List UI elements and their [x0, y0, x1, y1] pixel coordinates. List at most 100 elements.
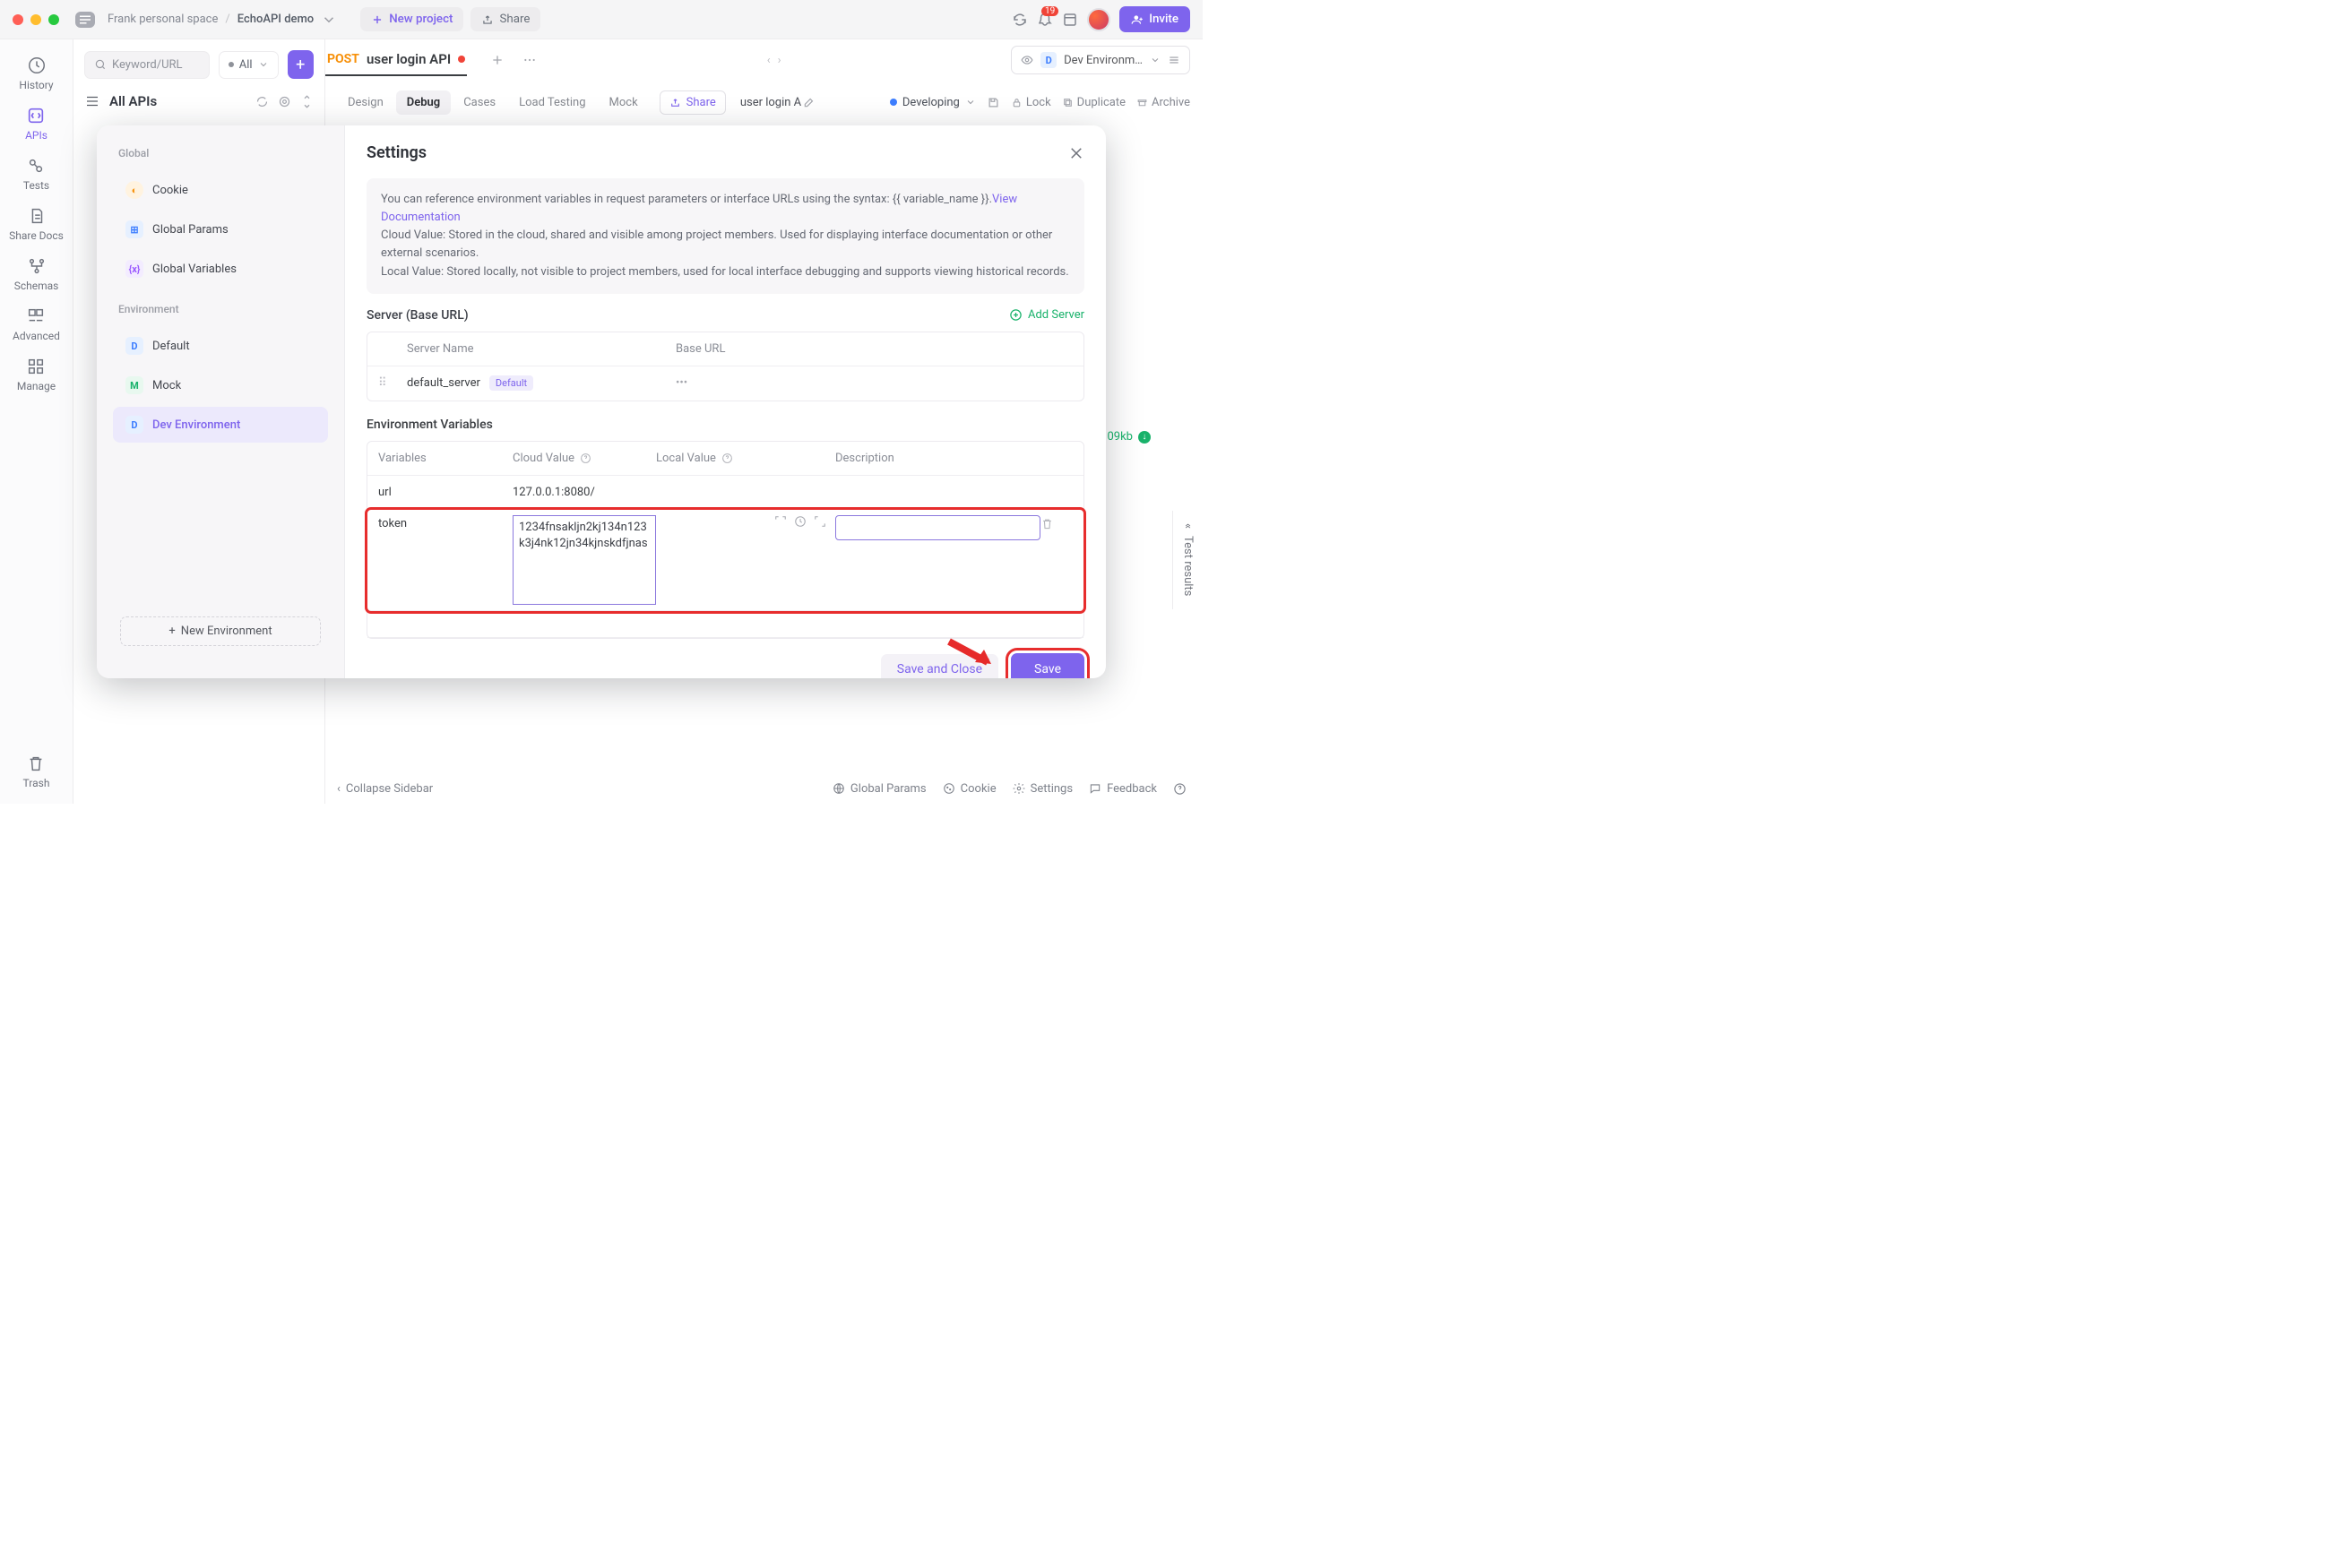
tab-row: POST user login API ‹ › D Dev Environm… — [325, 39, 1203, 81]
help-icon[interactable] — [721, 452, 733, 464]
expand-icon[interactable] — [774, 515, 787, 528]
menu-icon[interactable] — [1168, 54, 1180, 66]
server-row-default[interactable]: ⠿ default_server Default ••• — [367, 366, 1083, 401]
layout-icon[interactable] — [1062, 12, 1078, 28]
cookie-icon — [943, 782, 955, 795]
drag-handle-icon[interactable]: ⠿ — [378, 376, 407, 390]
duplicate-button[interactable]: Duplicate — [1062, 96, 1126, 109]
seg-cases[interactable]: Cases — [453, 90, 506, 115]
rail-schemas[interactable]: Schemas — [14, 256, 59, 292]
trash-icon — [26, 754, 46, 773]
project-name[interactable]: EchoAPI demo — [237, 13, 314, 26]
notifications-icon[interactable]: 19 — [1037, 12, 1053, 28]
seg-debug[interactable]: Debug — [396, 90, 451, 115]
seg-mock[interactable]: Mock — [599, 90, 649, 115]
new-project-button[interactable]: New project — [360, 7, 463, 31]
rail-advanced[interactable]: Advanced — [13, 306, 60, 342]
prev-tab-icon[interactable]: ‹ — [767, 54, 771, 67]
side-item-default-env[interactable]: DDefault — [113, 328, 328, 364]
tests-icon — [26, 156, 46, 176]
rail-share-docs[interactable]: Share Docs — [9, 206, 64, 242]
rail-history[interactable]: History — [19, 56, 53, 91]
rail-apis[interactable]: APIs — [25, 106, 47, 142]
side-item-mock-env[interactable]: MMock — [113, 367, 328, 403]
envvar-header: Environment Variables — [367, 418, 1084, 432]
archive-button[interactable]: Archive — [1136, 96, 1190, 109]
workspace-name[interactable]: Frank personal space — [108, 13, 218, 26]
share-button-top[interactable]: Share — [470, 7, 540, 31]
add-server-button[interactable]: Add Server — [1009, 308, 1084, 322]
side-item-global-params[interactable]: ⊞Global Params — [113, 211, 328, 247]
chevron-down-icon[interactable] — [321, 12, 337, 28]
avatar[interactable] — [1087, 8, 1110, 31]
dev-status[interactable]: Developing — [890, 96, 976, 109]
description-input[interactable] — [835, 515, 1040, 540]
all-apis-row[interactable]: All APIs — [84, 93, 314, 109]
trash-icon[interactable] — [1040, 517, 1054, 530]
close-window-dot[interactable] — [13, 14, 23, 25]
breadcrumb: Frank personal space / EchoAPI demo — [108, 12, 337, 28]
var-row-empty[interactable] — [367, 611, 1083, 638]
plus-icon — [371, 13, 384, 26]
search-input[interactable]: Keyword/URL — [84, 51, 210, 79]
workspace-icon — [75, 12, 95, 28]
traffic-lights — [13, 14, 59, 25]
add-tab-icon[interactable] — [490, 53, 505, 67]
copy-icon — [1062, 97, 1074, 108]
api-name-field[interactable]: user login A — [740, 96, 801, 109]
sort-icon[interactable] — [300, 95, 314, 108]
share-api-button[interactable]: Share — [660, 90, 726, 115]
expand-icon[interactable] — [814, 515, 826, 528]
minimize-window-dot[interactable] — [30, 14, 41, 25]
chevron-down-icon — [965, 97, 976, 108]
save-button[interactable]: Save — [1011, 653, 1084, 678]
manage-icon — [26, 357, 46, 376]
info-box: You can reference environment variables … — [367, 178, 1084, 294]
side-item-dev-env[interactable]: DDev Environment — [113, 407, 328, 443]
close-icon[interactable] — [1068, 145, 1084, 161]
save-icon[interactable] — [987, 96, 1000, 109]
status-feedback[interactable]: Feedback — [1089, 782, 1157, 796]
add-api-button[interactable]: + — [288, 50, 314, 79]
chevron-down-icon — [1150, 55, 1161, 65]
refresh-icon[interactable] — [255, 95, 269, 108]
help-icon[interactable] — [1173, 782, 1187, 796]
target-icon[interactable] — [278, 95, 291, 108]
help-icon[interactable] — [580, 452, 591, 464]
var-row-url[interactable]: url 127.0.0.1:8080/ — [367, 476, 1083, 510]
environment-selector[interactable]: D Dev Environm… — [1011, 46, 1190, 74]
test-results-tab[interactable]: « Test results — [1172, 511, 1203, 609]
status-global-params[interactable]: Global Params — [833, 782, 927, 796]
history-icon[interactable] — [794, 515, 807, 528]
next-tab-icon[interactable]: › — [778, 54, 781, 67]
collapse-sidebar[interactable]: ‹ Collapse Sidebar — [337, 782, 433, 796]
rail-trash[interactable]: Trash — [23, 754, 50, 789]
var-row-token[interactable]: token — [367, 510, 1083, 611]
globe-icon — [833, 782, 845, 795]
invite-button[interactable]: Invite — [1119, 6, 1190, 32]
docs-icon — [27, 206, 47, 226]
side-item-cookie[interactable]: ◐Cookie — [113, 172, 328, 208]
share-icon — [481, 13, 494, 26]
new-environment-button[interactable]: + New Environment — [120, 616, 321, 646]
more-icon[interactable] — [522, 53, 537, 67]
cloud-value-input[interactable] — [513, 515, 656, 605]
more-icon[interactable]: ••• — [676, 376, 687, 390]
modal-body: Settings You can reference environment v… — [345, 125, 1106, 678]
seg-load[interactable]: Load Testing — [508, 90, 596, 115]
message-icon — [1089, 782, 1101, 795]
rail-tests[interactable]: Tests — [23, 156, 49, 192]
side-item-global-variables[interactable]: {x}Global Variables — [113, 251, 328, 287]
schemas-icon — [27, 256, 47, 276]
apis-icon — [26, 106, 46, 125]
maximize-window-dot[interactable] — [48, 14, 59, 25]
status-settings[interactable]: Settings — [1013, 782, 1073, 796]
filter-dropdown[interactable]: All — [219, 51, 279, 79]
lock-button[interactable]: Lock — [1011, 96, 1051, 109]
rail-manage[interactable]: Manage — [17, 357, 56, 392]
seg-design[interactable]: Design — [337, 90, 394, 115]
tab-user-login[interactable]: POST user login API — [325, 44, 467, 76]
status-cookie[interactable]: Cookie — [943, 782, 997, 796]
sync-icon[interactable] — [1012, 12, 1028, 28]
edit-icon[interactable] — [803, 96, 816, 108]
